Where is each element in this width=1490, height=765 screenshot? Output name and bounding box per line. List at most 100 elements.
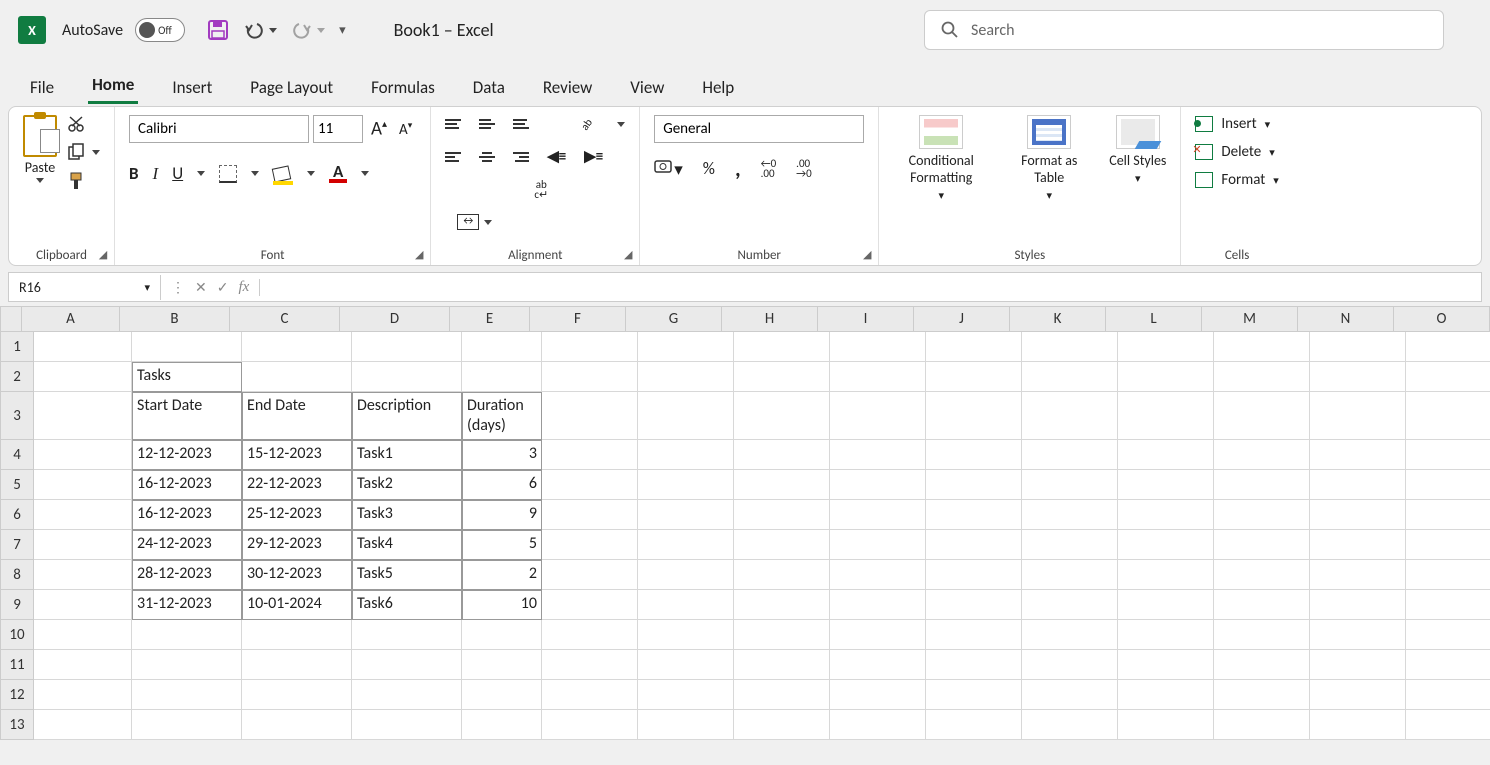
cell-E7[interactable]: 5: [462, 530, 542, 560]
wrap-text-button[interactable]: abc↵: [457, 180, 625, 200]
cell-H6[interactable]: [734, 500, 830, 530]
cell-F12[interactable]: [542, 680, 638, 710]
cell-N7[interactable]: [1310, 530, 1406, 560]
cell-D3[interactable]: Description: [352, 392, 462, 440]
font-name-input[interactable]: [129, 115, 309, 143]
cell-F7[interactable]: [542, 530, 638, 560]
row-header-5[interactable]: 5: [0, 470, 34, 500]
cell-I13[interactable]: [830, 710, 926, 740]
cell-C12[interactable]: [242, 680, 352, 710]
cell-M10[interactable]: [1214, 620, 1310, 650]
cell-L7[interactable]: [1118, 530, 1214, 560]
cell-A9[interactable]: [34, 590, 132, 620]
cell-J4[interactable]: [926, 440, 1022, 470]
cell-N9[interactable]: [1310, 590, 1406, 620]
tab-page-layout[interactable]: Page Layout: [246, 71, 337, 104]
cell-N12[interactable]: [1310, 680, 1406, 710]
cell-O1[interactable]: [1406, 332, 1490, 362]
chevron-down-icon[interactable]: [307, 171, 315, 176]
cell-C4[interactable]: 15-12-2023: [242, 440, 352, 470]
align-right-button[interactable]: [513, 152, 529, 162]
cell-M4[interactable]: [1214, 440, 1310, 470]
cell-D5[interactable]: Task2: [352, 470, 462, 500]
name-box[interactable]: R16 ▾: [9, 275, 161, 300]
column-header-D[interactable]: D: [340, 306, 450, 332]
cell-E9[interactable]: 10: [462, 590, 542, 620]
cell-M5[interactable]: [1214, 470, 1310, 500]
cell-N8[interactable]: [1310, 560, 1406, 590]
column-header-N[interactable]: N: [1298, 306, 1394, 332]
row-header-2[interactable]: 2: [0, 362, 34, 392]
tab-help[interactable]: Help: [698, 71, 738, 104]
cell-O2[interactable]: [1406, 362, 1490, 392]
align-left-button[interactable]: [445, 152, 461, 162]
cell-I10[interactable]: [830, 620, 926, 650]
cell-H11[interactable]: [734, 650, 830, 680]
cells-area[interactable]: TasksStart DateEnd DateDescriptionDurati…: [34, 332, 1490, 740]
row-header-13[interactable]: 13: [0, 710, 34, 740]
cell-L11[interactable]: [1118, 650, 1214, 680]
dialog-launcher-icon[interactable]: ◢: [96, 247, 110, 261]
cell-E5[interactable]: 6: [462, 470, 542, 500]
underline-button[interactable]: U: [172, 163, 183, 184]
cell-H2[interactable]: [734, 362, 830, 392]
cell-F10[interactable]: [542, 620, 638, 650]
cell-G9[interactable]: [638, 590, 734, 620]
cell-B8[interactable]: 28-12-2023: [132, 560, 242, 590]
tab-insert[interactable]: Insert: [168, 71, 216, 104]
cell-B4[interactable]: 12-12-2023: [132, 440, 242, 470]
cell-B1[interactable]: [132, 332, 242, 362]
cell-B3[interactable]: Start Date: [132, 392, 242, 440]
cell-H12[interactable]: [734, 680, 830, 710]
cell-M12[interactable]: [1214, 680, 1310, 710]
autosave-toggle[interactable]: Off: [135, 18, 185, 42]
cell-E12[interactable]: [462, 680, 542, 710]
undo-button[interactable]: [243, 20, 277, 40]
cell-M13[interactable]: [1214, 710, 1310, 740]
cell-A3[interactable]: [34, 392, 132, 440]
cell-N2[interactable]: [1310, 362, 1406, 392]
cell-C8[interactable]: 30-12-2023: [242, 560, 352, 590]
cell-J11[interactable]: [926, 650, 1022, 680]
cell-K3[interactable]: [1022, 392, 1118, 440]
cell-G7[interactable]: [638, 530, 734, 560]
column-header-K[interactable]: K: [1010, 306, 1106, 332]
cell-A12[interactable]: [34, 680, 132, 710]
bold-button[interactable]: B: [129, 163, 139, 184]
font-color-button[interactable]: A: [329, 165, 347, 183]
cell-H4[interactable]: [734, 440, 830, 470]
font-size-input[interactable]: [313, 115, 363, 143]
cell-A1[interactable]: [34, 332, 132, 362]
tab-home[interactable]: Home: [88, 68, 138, 104]
column-header-H[interactable]: H: [722, 306, 818, 332]
cell-A13[interactable]: [34, 710, 132, 740]
cell-B13[interactable]: [132, 710, 242, 740]
cell-B12[interactable]: [132, 680, 242, 710]
cell-D12[interactable]: [352, 680, 462, 710]
cell-O6[interactable]: [1406, 500, 1490, 530]
tab-view[interactable]: View: [626, 71, 668, 104]
search-input[interactable]: Search: [924, 10, 1444, 50]
format-painter-button[interactable]: [67, 171, 85, 191]
cell-I5[interactable]: [830, 470, 926, 500]
percent-button[interactable]: %: [703, 158, 715, 179]
row-header-10[interactable]: 10: [0, 620, 34, 650]
row-header-12[interactable]: 12: [0, 680, 34, 710]
cell-F11[interactable]: [542, 650, 638, 680]
cell-N6[interactable]: [1310, 500, 1406, 530]
cell-L5[interactable]: [1118, 470, 1214, 500]
column-header-B[interactable]: B: [120, 306, 230, 332]
italic-button[interactable]: I: [153, 164, 159, 184]
chevron-down-icon[interactable]: [197, 171, 205, 176]
cell-G5[interactable]: [638, 470, 734, 500]
increase-decimal-button[interactable]: ←0 .00: [761, 159, 777, 179]
cell-D8[interactable]: Task5: [352, 560, 462, 590]
cell-E11[interactable]: [462, 650, 542, 680]
number-format-select[interactable]: [654, 115, 864, 143]
row-header-7[interactable]: 7: [0, 530, 34, 560]
cell-C13[interactable]: [242, 710, 352, 740]
cell-B9[interactable]: 31-12-2023: [132, 590, 242, 620]
cell-I11[interactable]: [830, 650, 926, 680]
formula-input[interactable]: [260, 283, 1481, 291]
cell-H1[interactable]: [734, 332, 830, 362]
